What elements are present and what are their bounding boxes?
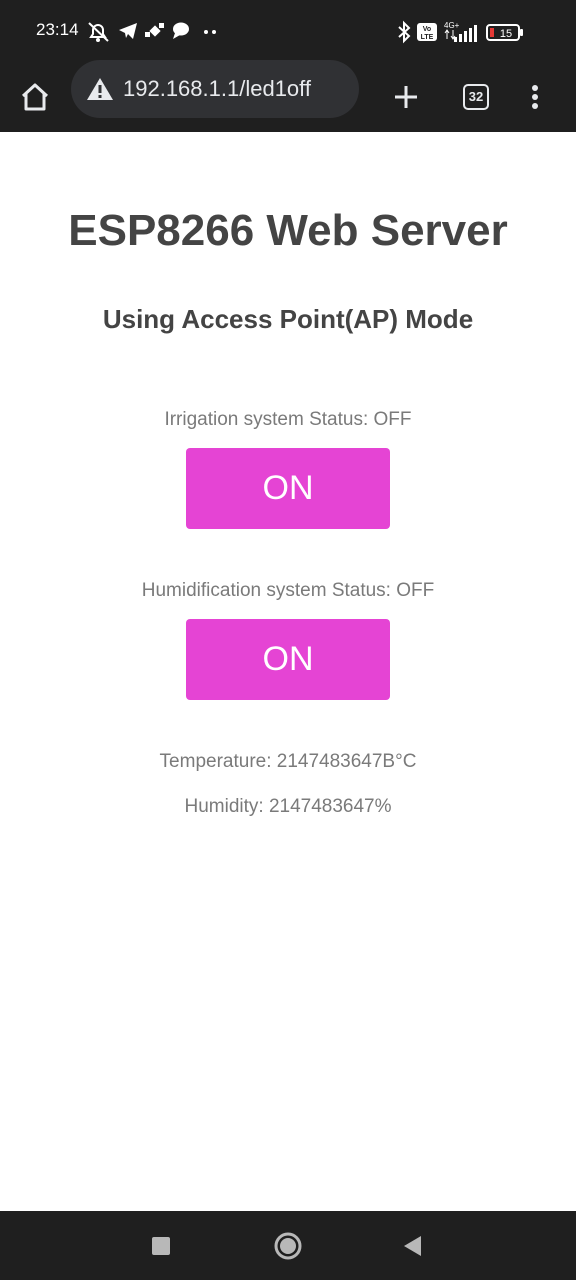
signal-4g-icon: 4G+ [444,21,477,42]
humidification-on-button[interactable]: ON [186,619,390,700]
status-right-icons: Vo LTE 4G+ 15 [396,20,536,44]
status-bar: 23:14 Vo LTE 4G+ 15 [0,0,576,62]
irrigation-status-text: Irrigation system Status: OFF [164,409,412,430]
menu-button[interactable] [511,73,559,121]
new-tab-plus-icon [395,86,417,108]
svg-text:LTE: LTE [421,34,434,41]
recent-apps-button[interactable] [146,1231,176,1261]
temperature-reading: Temperature: 2147483647B°C [159,751,417,772]
chat-bubble-icon [173,22,189,39]
tab-switcher-icon: 32 [463,84,489,110]
bluetooth-icon [398,20,411,44]
home-icon [21,83,49,111]
url-text[interactable]: 192.168.1.1/led1off [123,76,311,102]
tab-switcher-button[interactable]: 32 [452,73,500,121]
humidification-status-text: Humidification system Status: OFF [141,580,435,601]
humidity-reading: Humidity: 2147483647% [184,796,392,817]
not-secure-warning-icon[interactable] [85,76,115,102]
volte-icon: Vo LTE [417,23,437,41]
recent-apps-square-icon [152,1237,170,1255]
telegram-icon [119,23,137,39]
satellite-icon [145,23,164,37]
new-tab-button[interactable] [382,73,430,121]
back-triangle-icon [404,1236,421,1256]
url-bar[interactable]: 192.168.1.1/led1off [71,60,359,118]
web-page-content: ESP8266 Web Server Using Access Point(AP… [0,132,576,1211]
page-subtitle: Using Access Point(AP) Mode [102,304,474,334]
home-button[interactable] [11,73,59,121]
svg-text:Vo: Vo [423,26,431,33]
battery-icon: 15 [486,24,523,41]
svg-text:4G+: 4G+ [444,21,460,30]
page-title: ESP8266 Web Server [68,206,508,255]
home-circle-icon [274,1232,302,1260]
system-navigation-bar [0,1211,576,1280]
more-dots-icon [204,30,216,34]
back-nav-button[interactable] [398,1231,428,1261]
irrigation-on-button[interactable]: ON [186,448,390,529]
menu-kebab-icon [532,85,538,109]
status-time: 23:14 [36,20,79,39]
muted-notifications-icon [88,22,109,42]
battery-level-text: 15 [500,28,512,40]
home-nav-button[interactable] [273,1231,303,1261]
browser-toolbar: 192.168.1.1/led1off 32 [0,60,576,132]
